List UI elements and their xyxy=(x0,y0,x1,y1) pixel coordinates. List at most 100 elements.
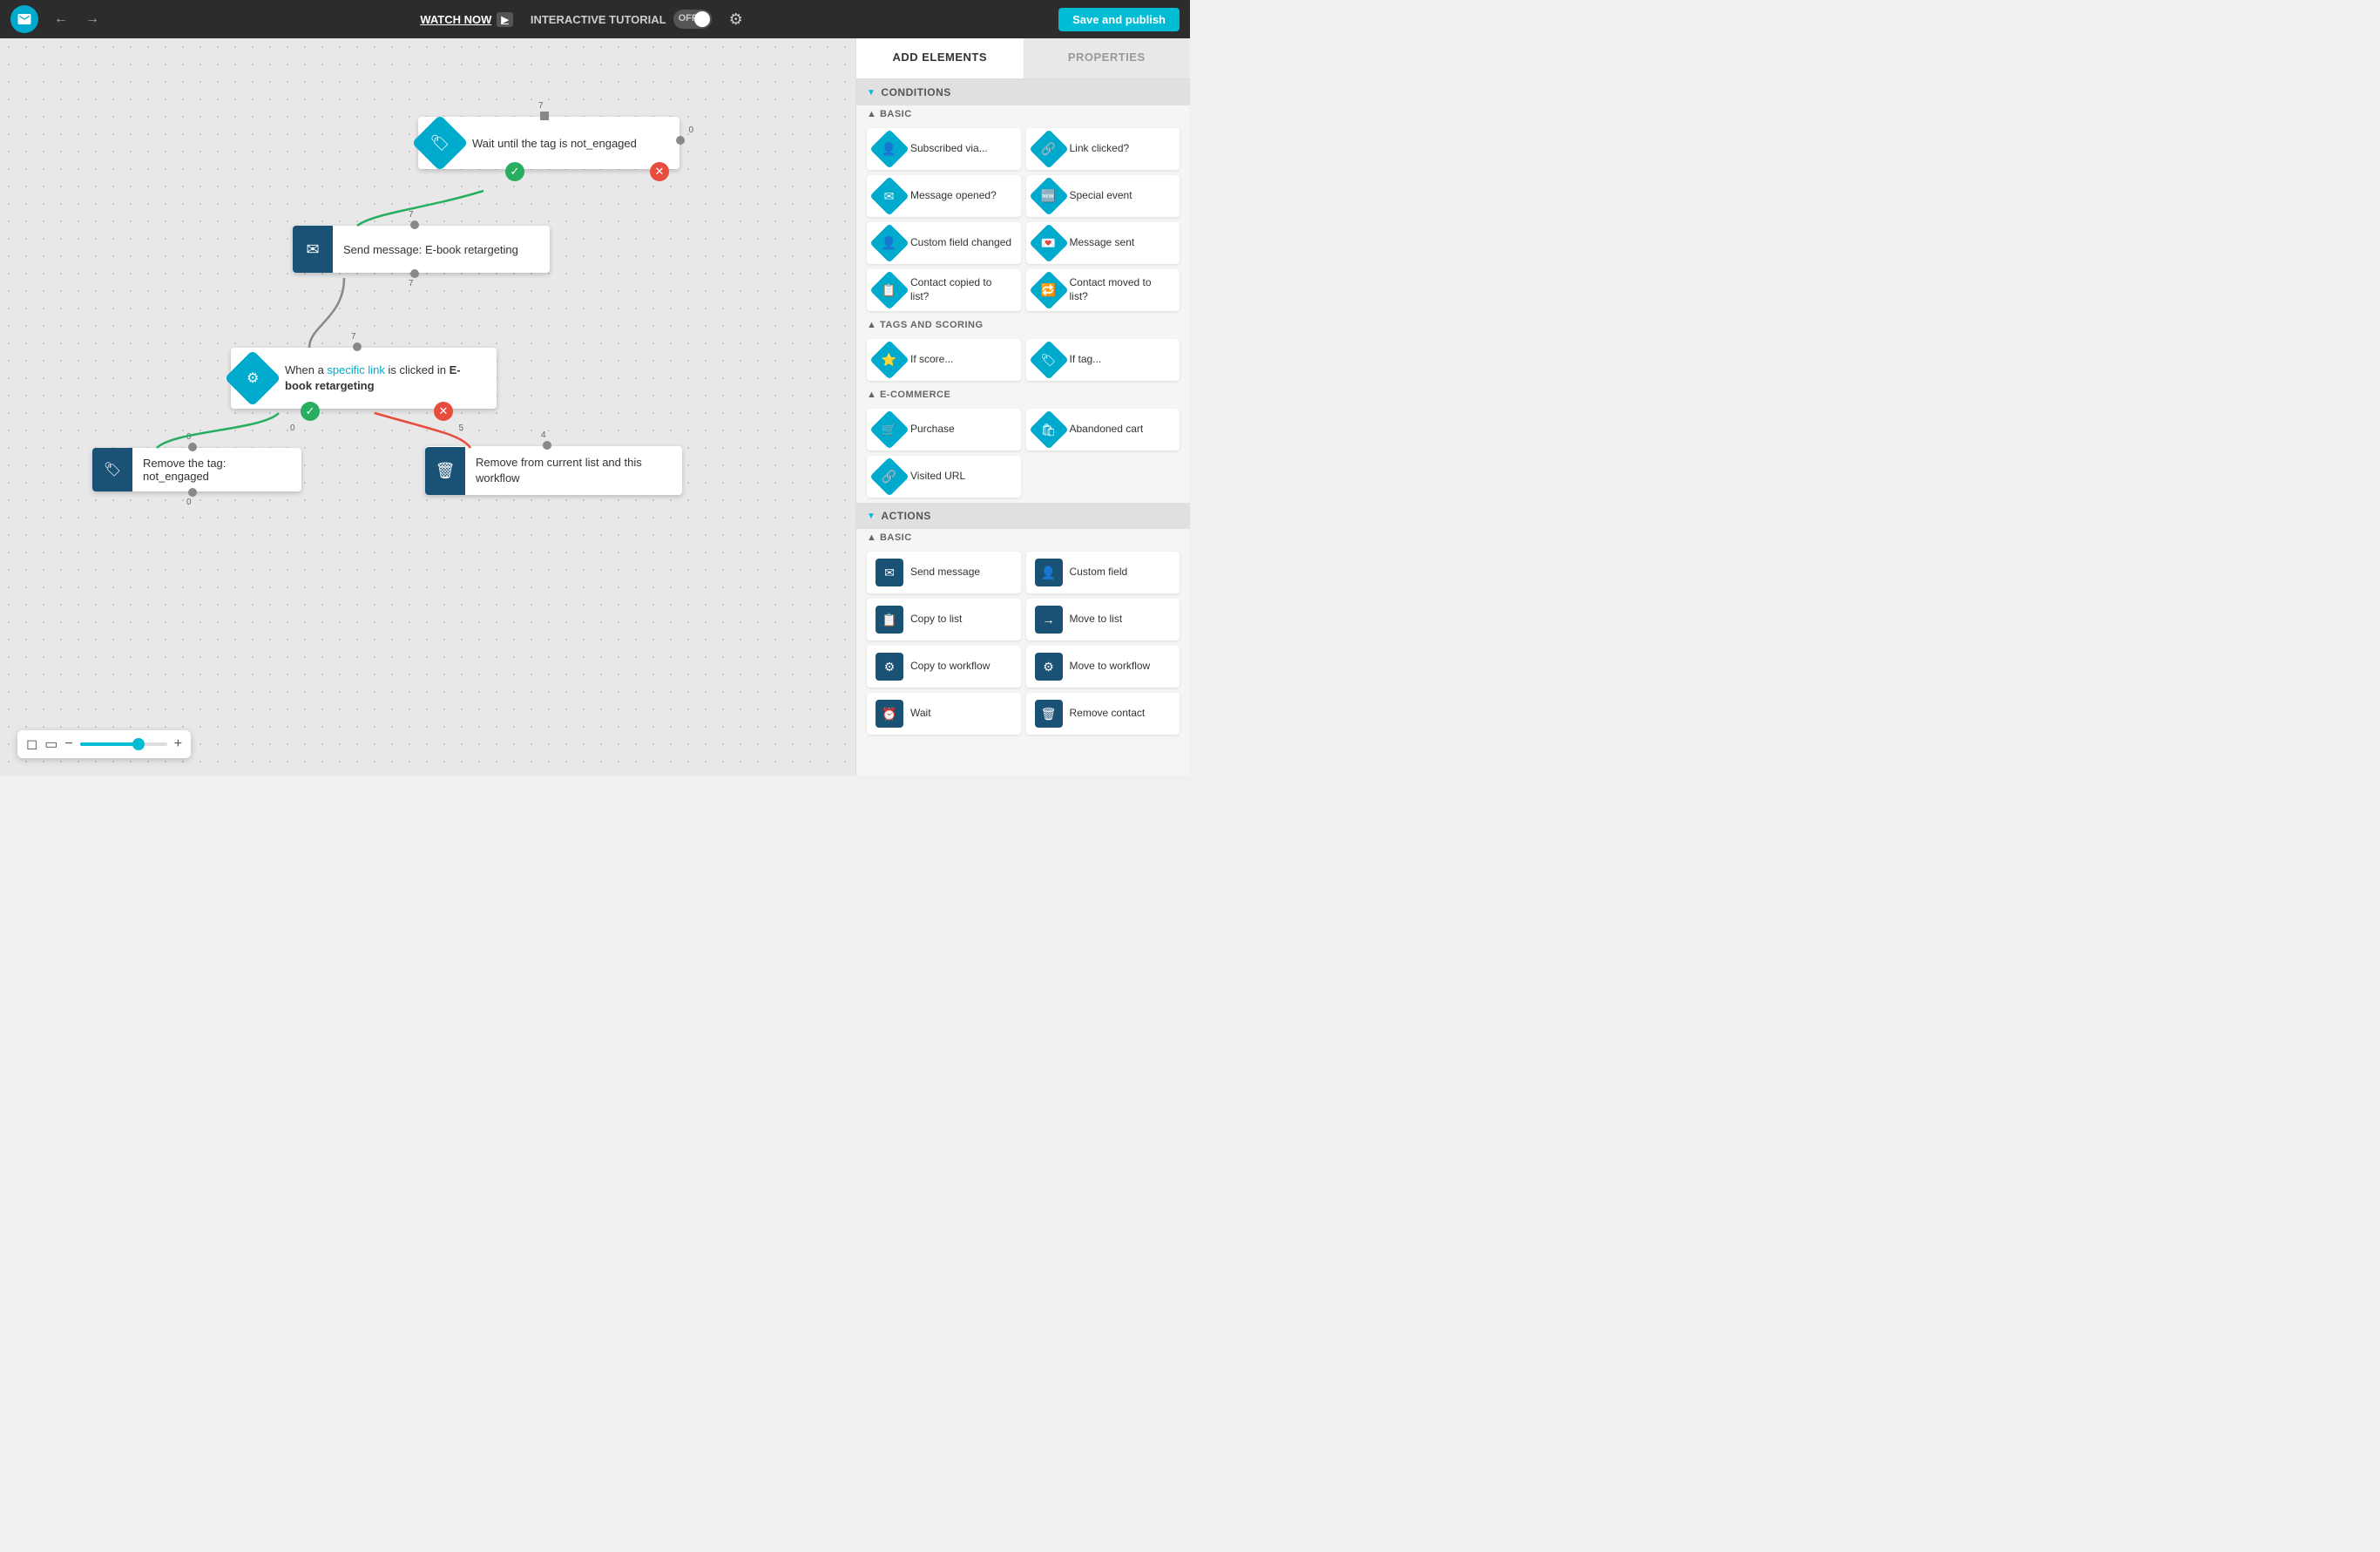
topbar-nav: ← → xyxy=(49,8,105,30)
yes-indicator-cl: ✓ xyxy=(301,402,320,421)
element-custom-field-changed[interactable]: 👤 Custom field changed xyxy=(867,222,1021,264)
custom-field-icon: 👤 xyxy=(1035,559,1063,586)
actions-header[interactable]: ▼ ACTIONS xyxy=(856,503,1190,529)
element-custom-field[interactable]: 👤 Custom field xyxy=(1026,552,1180,593)
dot-top-cl xyxy=(353,342,362,351)
zoom-controls: ◻ ▭ − + xyxy=(17,730,191,758)
copy-list-icon: 📋 xyxy=(876,606,903,634)
tag-icon: 🏷 xyxy=(1029,340,1068,379)
ecommerce-grid: 🛒 Purchase 🛍 Abandoned cart 🔗 Visited UR… xyxy=(856,403,1190,503)
right-panel: ADD ELEMENTS PROPERTIES ▼ CONDITIONS ▲ B… xyxy=(855,38,1190,776)
element-contact-moved[interactable]: 🔁 Contact moved to list? xyxy=(1026,269,1180,311)
wait-tag-label: Wait until the tag is not_engaged xyxy=(462,128,647,159)
condition-link-node[interactable]: ⚙ When a specific link is clicked in E-b… xyxy=(231,348,497,409)
move-list-icon: → xyxy=(1035,606,1063,634)
zoom-fit-button[interactable]: ◻ xyxy=(26,735,37,753)
dot-label-4-rl: 4 xyxy=(541,430,546,440)
wait-icon: ⏰ xyxy=(876,700,903,728)
zoom-out-button[interactable]: − xyxy=(64,736,72,752)
remove-list-label: Remove from current list and this workfl… xyxy=(465,446,682,495)
element-move-to-list[interactable]: → Move to list xyxy=(1026,599,1180,640)
element-send-message[interactable]: ✉ Send message xyxy=(867,552,1021,593)
tab-add-elements[interactable]: ADD ELEMENTS xyxy=(856,38,1024,78)
element-if-tag[interactable]: 🏷 If tag... xyxy=(1026,339,1180,381)
main-layout: 🏷 Wait until the tag is not_engaged 7 0 … xyxy=(0,38,1190,776)
watch-now-button[interactable]: WATCH NOW ▶ xyxy=(420,12,513,27)
actions-basic-grid: ✉ Send message 👤 Custom field 📋 Copy to … xyxy=(856,546,1190,740)
tab-properties[interactable]: PROPERTIES xyxy=(1024,38,1191,78)
zoom-frame-button[interactable]: ▭ xyxy=(44,735,57,753)
send-message-node[interactable]: ✉ Send message: E-book retargeting 7 7 xyxy=(293,226,550,273)
workflow-canvas[interactable]: 🏷 Wait until the tag is not_engaged 7 0 … xyxy=(0,38,855,776)
element-if-score[interactable]: ⭐ If score... xyxy=(867,339,1021,381)
actions-basic-subsection: ▲ BASIC xyxy=(856,529,1190,546)
dot-label-7d: 7 xyxy=(351,332,356,342)
element-copy-to-workflow[interactable]: ⚙ Copy to workflow xyxy=(867,646,1021,688)
zoom-in-button[interactable]: + xyxy=(174,736,182,752)
yes-indicator: ✓ xyxy=(505,162,524,181)
element-move-to-workflow[interactable]: ⚙ Move to workflow xyxy=(1026,646,1180,688)
element-wait[interactable]: ⏰ Wait xyxy=(867,693,1021,735)
purchase-icon: 🛒 xyxy=(869,410,909,449)
condition-link-label: When a specific link is clicked in E-boo… xyxy=(274,354,497,403)
subscribed-icon: 👤 xyxy=(869,129,909,168)
zoom-slider[interactable] xyxy=(80,742,167,746)
element-purchase[interactable]: 🛒 Purchase xyxy=(867,409,1021,451)
toggle-knob xyxy=(694,11,710,27)
dot-label-7c: 7 xyxy=(409,279,414,288)
element-message-opened[interactable]: ✉ Message opened? xyxy=(867,175,1021,217)
panel-tabs: ADD ELEMENTS PROPERTIES xyxy=(856,38,1190,79)
dot-top-rl xyxy=(543,441,551,450)
save-publish-button[interactable]: Save and publish xyxy=(1058,8,1180,31)
watch-now-label: WATCH NOW xyxy=(420,13,491,26)
dot-label-0-rt: 0 xyxy=(186,432,192,442)
zoom-slider-thumb[interactable] xyxy=(132,738,145,750)
conditions-header[interactable]: ▼ CONDITIONS xyxy=(856,79,1190,105)
custom-field-changed-icon: 👤 xyxy=(869,223,909,262)
actions-label: ACTIONS xyxy=(881,510,931,522)
topbar-center: WATCH NOW ▶ INTERACTIVE TUTORIAL OFF ⚙ xyxy=(115,10,1048,29)
element-remove-contact[interactable]: 🗑 Remove contact xyxy=(1026,693,1180,735)
link-clicked-icon: 🔗 xyxy=(1029,129,1068,168)
settings-button[interactable]: ⚙ xyxy=(729,10,743,29)
specific-link[interactable]: specific link xyxy=(327,363,384,376)
no-indicator-cl: ✕ xyxy=(434,402,453,421)
dot-right xyxy=(676,136,685,145)
interactive-tutorial: INTERACTIVE TUTORIAL OFF xyxy=(531,10,712,29)
dot-bottom-rt xyxy=(188,488,197,497)
special-event-icon: 🆕 xyxy=(1029,176,1068,215)
element-abandoned-cart[interactable]: 🛍 Abandoned cart xyxy=(1026,409,1180,451)
element-special-event[interactable]: 🆕 Special event xyxy=(1026,175,1180,217)
tutorial-toggle[interactable]: OFF xyxy=(673,10,712,29)
copy-workflow-icon: ⚙ xyxy=(876,653,903,681)
actions-arrow: ▼ xyxy=(867,512,876,521)
element-copy-to-list[interactable]: 📋 Copy to list xyxy=(867,599,1021,640)
remove-list-node[interactable]: 🗑 Remove from current list and this work… xyxy=(425,446,682,495)
zoom-slider-fill xyxy=(80,742,137,746)
element-contact-copied[interactable]: 📋 Contact copied to list? xyxy=(867,269,1021,311)
move-workflow-icon: ⚙ xyxy=(1035,653,1063,681)
ecommerce-subsection: ▲ E-COMMERCE xyxy=(856,386,1190,403)
element-visited-url[interactable]: 🔗 Visited URL xyxy=(867,456,1021,498)
dot-label-7b: 7 xyxy=(409,210,414,220)
undo-button[interactable]: ← xyxy=(49,8,73,30)
element-link-clicked[interactable]: 🔗 Link clicked? xyxy=(1026,128,1180,170)
conditions-arrow: ▼ xyxy=(867,88,876,98)
visited-url-icon: 🔗 xyxy=(869,457,909,496)
wait-tag-node[interactable]: 🏷 Wait until the tag is not_engaged 7 0 … xyxy=(418,117,680,169)
dot-label-0-rtb: 0 xyxy=(186,498,192,507)
remove-tag-node[interactable]: 🏷 Remove the tag: not_engaged 0 0 xyxy=(92,448,301,491)
element-subscribed[interactable]: 👤 Subscribed via... xyxy=(867,128,1021,170)
tags-scoring-grid: ⭐ If score... 🏷 If tag... xyxy=(856,334,1190,386)
no-indicator: ✕ xyxy=(650,162,669,181)
message-opened-icon: ✉ xyxy=(869,176,909,215)
tags-scoring-subsection: ▲ TAGS AND SCORING xyxy=(856,316,1190,334)
abandoned-cart-icon: 🛍 xyxy=(1029,410,1068,449)
yes-count: 0 xyxy=(290,424,295,433)
tutorial-label: INTERACTIVE TUTORIAL xyxy=(531,13,666,26)
basic-subsection: ▲ BASIC xyxy=(856,105,1190,123)
redo-button[interactable]: → xyxy=(80,8,105,30)
element-message-sent[interactable]: 💌 Message sent xyxy=(1026,222,1180,264)
no-count: 5 xyxy=(458,424,463,433)
contact-copied-icon: 📋 xyxy=(869,270,909,309)
